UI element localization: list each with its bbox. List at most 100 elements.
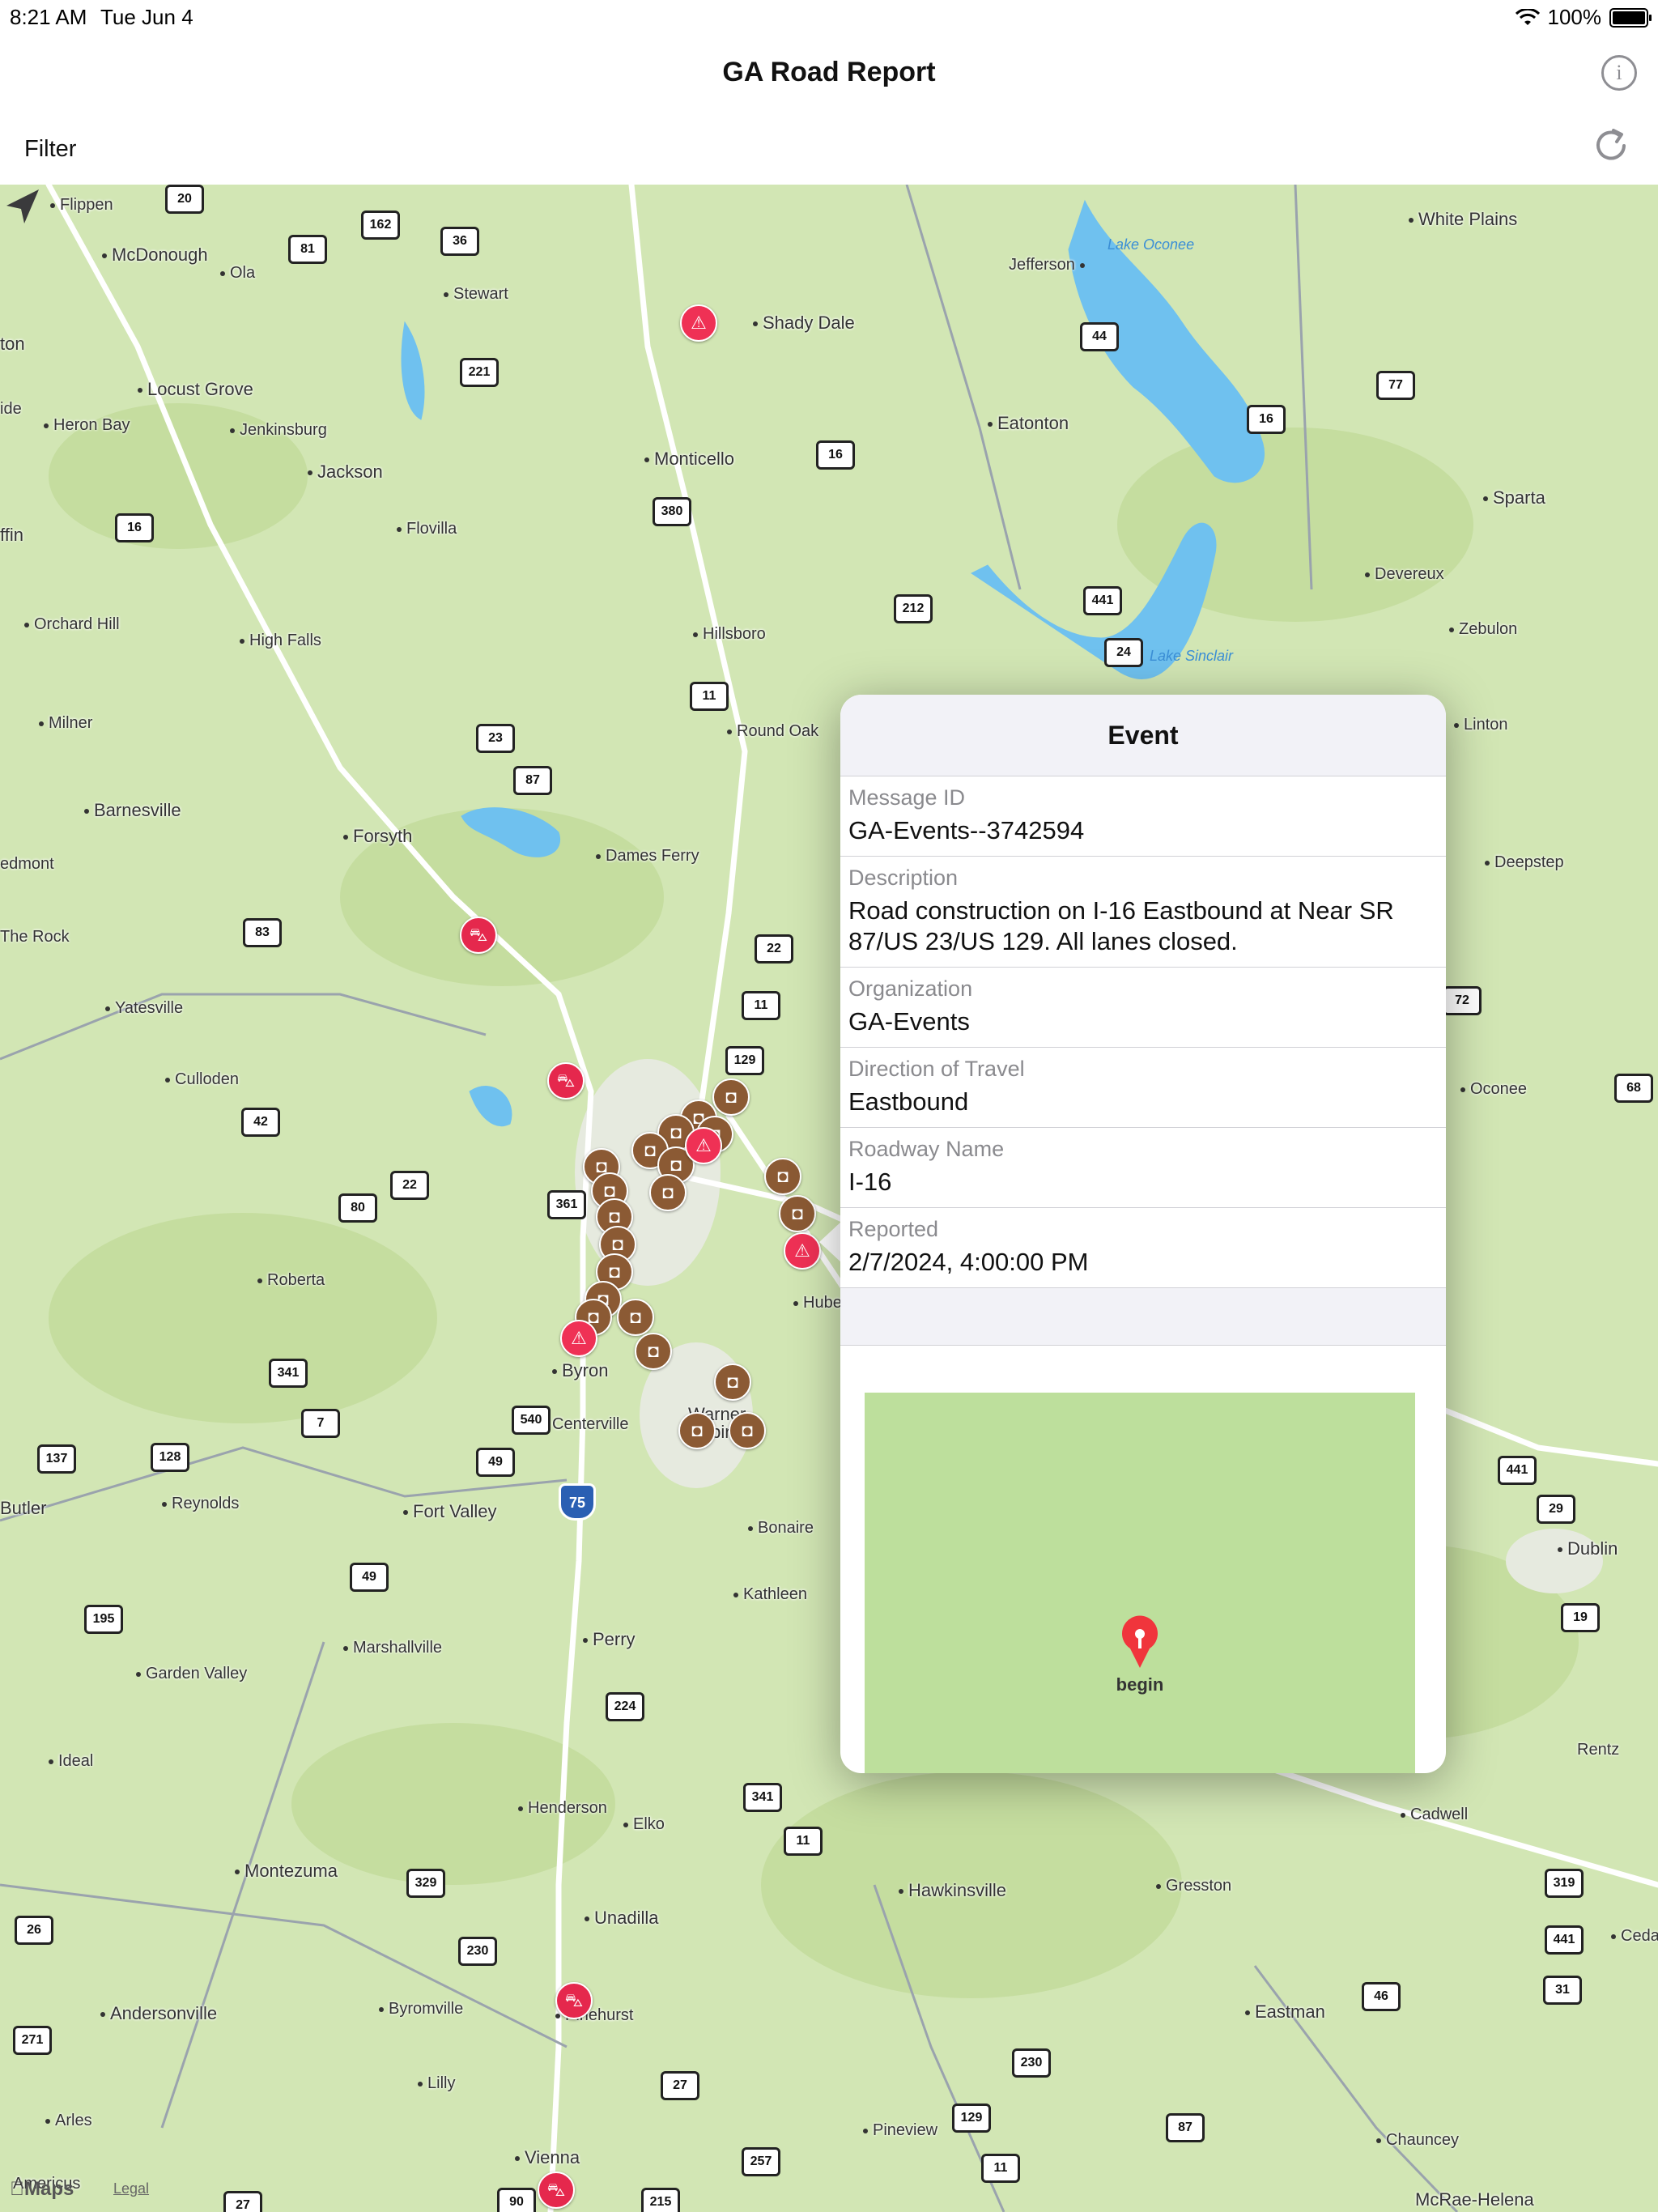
route-shield: 221 [460,358,499,387]
route-shield: 162 [361,211,400,240]
place-chauncey: Chauncey [1376,2131,1459,2150]
place-lilly: Lilly [418,2074,455,2093]
camera-marker[interactable]: ◘ [714,1363,751,1401]
route-shield: 380 [653,497,691,526]
pin-label: begin [1116,1674,1164,1695]
place-oconee: Oconee [1460,1080,1527,1099]
route-shield: 72 [1443,986,1482,1015]
route-shield: 77 [1376,371,1415,400]
section-spacer [840,1288,1446,1346]
place-linton: Linton [1454,716,1508,734]
field-label: Message ID [848,785,966,810]
route-shield: 68 [1614,1074,1653,1103]
place-partial-ffin: ffin [0,525,23,545]
place-dames-ferry: Dames Ferry [596,847,699,866]
route-shield: 22 [390,1171,429,1200]
water-lake-oconee: Lake Oconee [1107,236,1195,253]
route-shield: 49 [476,1448,515,1477]
incident-marker-selected[interactable]: ⚠ [784,1232,821,1270]
place-andersonville: Andersonville [100,2003,217,2024]
place-shady-dale: Shady Dale [753,313,855,334]
place-sparta: Sparta [1483,487,1545,508]
place-marshallville: Marshallville [343,1639,442,1657]
route-shield: 27 [661,2071,699,2100]
route-shield: 11 [690,682,729,711]
route-shield: 319 [1545,1869,1584,1898]
legal-link[interactable]: Legal [113,2180,149,2197]
camera-marker[interactable]: ◘ [712,1078,750,1116]
route-shield: 29 [1537,1495,1575,1524]
route-shield: 271 [13,2026,52,2055]
route-shield: 31 [1543,1976,1582,2005]
maps-attribution: Maps [10,2178,74,2200]
camera-marker[interactable]: ◘ [764,1158,801,1195]
place-orchard-hill: Orchard Hill [24,615,120,634]
route-shield: 27 [223,2191,262,2212]
camera-marker[interactable]: ◘ [617,1299,654,1336]
traffic-marker[interactable]: ⛍ [555,1982,593,2019]
filter-button[interactable]: Filter [24,136,76,163]
place-henderson: Henderson [518,1799,607,1818]
place-locust-grove: Locust Grove [138,379,253,400]
status-right: 100% [1515,5,1652,30]
popover-arrow [819,1221,842,1263]
route-shield: 16 [816,440,855,470]
traffic-marker[interactable]: ⛍ [547,1062,585,1100]
incident-marker[interactable]: ⚠ [560,1320,597,1357]
place-cadwell: Cadwell [1401,1806,1468,1824]
place-hawkinsville: Hawkinsville [899,1880,1006,1901]
route-shield: 215 [641,2188,680,2212]
popover-title: Event [840,695,1446,776]
route-shield: 441 [1498,1456,1537,1485]
route-shield: 20 [165,185,204,214]
traffic-marker[interactable]: ⛍ [538,2172,575,2209]
place-dublin: Dublin [1558,1538,1618,1559]
place-garden-valley: Garden Valley [136,1665,247,1683]
route-shield: 329 [406,1869,445,1898]
field-description: Description Road construction on I-16 Ea… [840,857,1446,968]
place-high-falls: High Falls [240,632,321,650]
info-icon[interactable]: i [1601,55,1637,91]
camera-marker[interactable]: ◘ [678,1412,716,1449]
place-eatonton: Eatonton [988,413,1069,434]
map-pin-icon[interactable] [1116,1613,1164,1670]
place-fort-valley: Fort Valley [403,1501,497,1522]
field-value: GA-Events [848,1007,970,1036]
route-shield: 195 [84,1605,123,1634]
refresh-icon[interactable] [1588,123,1634,168]
field-label: Description [848,866,959,890]
place-jefferson: Jefferson [1009,256,1090,274]
place-devereux: Devereux [1365,565,1444,584]
route-shield: 128 [151,1443,189,1472]
place-byromville: Byromville [379,2000,463,2018]
place-yatesville: Yatesville [105,999,183,1018]
place-montezuma: Montezuma [235,1861,338,1882]
route-shield: 230 [458,1937,497,1966]
route-shield: 44 [1080,322,1119,351]
place-mcrae-helena: McRae-Helena [1415,2189,1534,2210]
field-organization: Organization GA-Events [840,968,1446,1048]
place-monticello: Monticello [644,449,734,470]
route-shield: 22 [755,934,793,963]
interstate-shield: 75 [559,1483,596,1521]
incident-marker[interactable]: ⚠ [680,304,717,342]
camera-marker[interactable]: ◘ [649,1174,687,1211]
field-label: Direction of Travel [848,1057,1025,1081]
place-forsyth: Forsyth [343,826,412,847]
camera-marker[interactable]: ◘ [729,1412,766,1449]
route-shield: 257 [742,2147,780,2176]
field-value: I-16 [848,1168,892,1196]
battery-percent: 100% [1547,5,1602,29]
place-vienna: Vienna [515,2147,580,2168]
route-shield: 224 [606,1692,644,1721]
location-arrow-icon[interactable] [0,185,45,230]
traffic-marker[interactable]: ⛍ [460,917,497,954]
route-shield: 7 [301,1409,340,1438]
place-hillsboro: Hillsboro [693,625,766,644]
place-jenkinsburg: Jenkinsburg [230,421,327,440]
event-mini-map[interactable]: begin [865,1393,1415,1773]
camera-marker[interactable]: ◘ [779,1195,816,1232]
place-barnesville: Barnesville [84,800,181,821]
camera-marker[interactable]: ◘ [635,1333,672,1370]
incident-marker[interactable]: ⚠ [685,1127,722,1164]
